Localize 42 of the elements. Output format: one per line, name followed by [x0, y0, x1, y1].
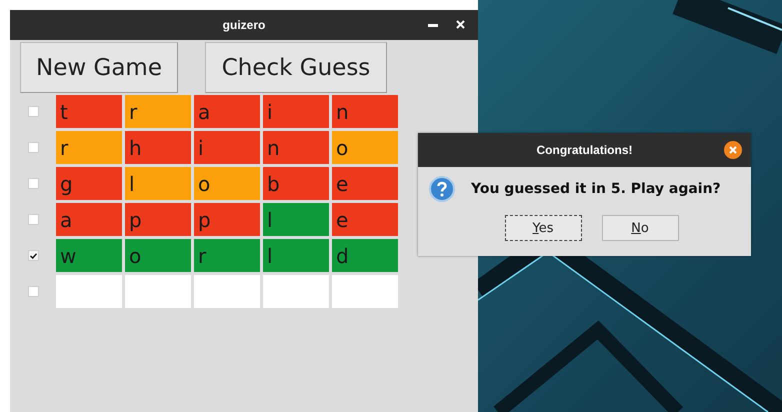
letter-cell: o [194, 167, 260, 200]
letter-cell: p [125, 203, 191, 236]
window-title: guizero [222, 18, 266, 32]
dialog-title: Congratulations! [536, 143, 632, 157]
row-checkbox[interactable] [28, 214, 39, 225]
dialog-button[interactable]: No [602, 215, 678, 241]
letter-cell: r [194, 239, 260, 272]
letter-cell: t [56, 95, 122, 128]
question-icon [429, 176, 455, 202]
game-button[interactable]: New Game [20, 42, 178, 93]
row-checkbox[interactable] [28, 142, 39, 153]
dialog-button[interactable]: Yes [504, 215, 582, 241]
letter-cell: a [194, 95, 260, 128]
minimize-icon[interactable] [428, 24, 438, 28]
letter-cell: w [56, 239, 122, 272]
letter-cell: n [263, 131, 329, 164]
letter-cell: h [125, 131, 191, 164]
letter-cell: o [332, 131, 398, 164]
letter-cell: e [332, 203, 398, 236]
game-button[interactable]: Check Guess [205, 42, 387, 93]
letter-cell: l [125, 167, 191, 200]
letter-cell: o [125, 239, 191, 272]
letter-cell: b [263, 167, 329, 200]
close-icon[interactable] [724, 141, 742, 159]
letter-cell: d [332, 239, 398, 272]
letter-cell: n [332, 95, 398, 128]
letter-cell: r [125, 95, 191, 128]
row-checkbox[interactable] [28, 286, 39, 297]
letter-cell: g [56, 167, 122, 200]
row-checkbox[interactable] [28, 106, 39, 117]
letter-cell: a [56, 203, 122, 236]
close-icon[interactable] [456, 20, 465, 29]
letter-cell: p [194, 203, 260, 236]
letter-cell: r [56, 131, 122, 164]
letter-cell: l [263, 203, 329, 236]
letter-cell: i [263, 95, 329, 128]
dialog-message: You guessed it in 5. Play again? [471, 181, 721, 197]
row-checkbox[interactable] [28, 178, 39, 189]
letter-cell: i [194, 131, 260, 164]
letter-cell: l [263, 239, 329, 272]
row-checkbox[interactable] [28, 250, 39, 261]
letter-cell: e [332, 167, 398, 200]
